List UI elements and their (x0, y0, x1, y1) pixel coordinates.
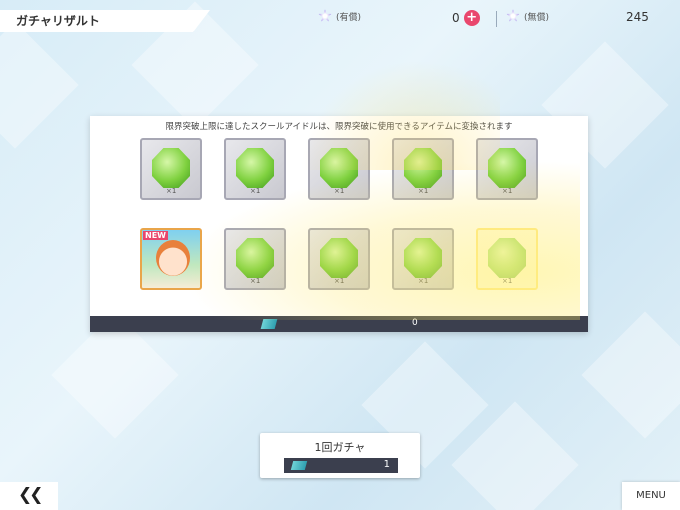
paid-gem-count-group: 0 + (452, 10, 480, 26)
free-gem-label-group: (無償) (506, 9, 549, 23)
item-quantity: ×1 (418, 187, 429, 195)
item-card[interactable]: ×1 (308, 138, 370, 200)
item-card[interactable]: ×1 (224, 138, 286, 200)
top-bar: ガチャリザルト (有償) 0 + (無償) 245 (0, 0, 680, 38)
menu-label: MENU (636, 490, 666, 501)
item-quantity: ×1 (502, 277, 513, 285)
back-button[interactable]: ❮❮ (0, 482, 58, 510)
leaf-gem-icon (404, 238, 442, 278)
star-gem-icon (506, 9, 520, 22)
leaf-gem-icon (152, 148, 190, 188)
item-card[interactable]: ×1 (224, 228, 286, 290)
leaf-gem-icon (320, 148, 358, 188)
leaf-gem-icon (404, 148, 442, 188)
item-card[interactable]: ×1 (476, 138, 538, 200)
item-quantity: ×1 (334, 277, 345, 285)
item-quantity: ×1 (250, 187, 261, 195)
ticket-count: 0 (412, 318, 418, 328)
gacha-button-label: 1回ガチャ (314, 441, 366, 454)
conversion-notice: 限界突破上限に達したスクールアイドルは、限界突破に使用できるアイテムに変換されま… (165, 122, 513, 132)
item-card[interactable]: ×1 (308, 228, 370, 290)
item-card[interactable]: ×1 (140, 138, 202, 200)
paid-gem-label: (有償) (336, 12, 362, 23)
item-quantity: ×1 (502, 187, 513, 195)
item-quantity: ×1 (334, 187, 345, 195)
item-card[interactable]: ×1 (476, 228, 538, 290)
idol-card[interactable]: NEW (140, 228, 202, 290)
leaf-gem-icon (488, 238, 526, 278)
page-title: ガチャリザルト (16, 14, 100, 28)
paid-gem-label-group: (有償) (318, 9, 361, 23)
item-quantity: ×1 (166, 187, 177, 195)
paid-gem-count: 0 (452, 11, 460, 25)
new-badge: NEW (143, 231, 168, 240)
single-gacha-button[interactable]: 1回ガチャ 1 (260, 433, 420, 478)
leaf-gem-icon (236, 148, 274, 188)
free-gem-label: (無償) (524, 12, 550, 23)
menu-button[interactable]: MENU (622, 482, 680, 510)
leaf-gem-icon (488, 148, 526, 188)
star-gem-icon (318, 9, 332, 22)
free-gem-count-group: 245 (626, 10, 649, 24)
gacha-cost: 1 (383, 459, 390, 470)
double-chevron-left-icon: ❮❮ (18, 485, 43, 505)
leaf-gem-icon (320, 238, 358, 278)
idol-portrait (156, 240, 190, 276)
ticket-icon (260, 319, 278, 329)
item-quantity: ×1 (418, 277, 429, 285)
leaf-gem-icon (236, 238, 274, 278)
item-card[interactable]: ×1 (392, 138, 454, 200)
item-quantity: ×1 (250, 277, 261, 285)
ticket-icon (290, 461, 308, 470)
divider (496, 11, 497, 27)
gacha-cost-bar: 1 (284, 458, 398, 473)
item-card[interactable]: ×1 (392, 228, 454, 290)
ticket-bar: 0 (90, 316, 588, 332)
free-gem-count: 245 (626, 10, 649, 24)
add-gem-button[interactable]: + (463, 10, 480, 26)
gacha-result-panel: 限界突破上限に達したスクールアイドルは、限界突破に使用できるアイテムに変換されま… (90, 116, 588, 332)
